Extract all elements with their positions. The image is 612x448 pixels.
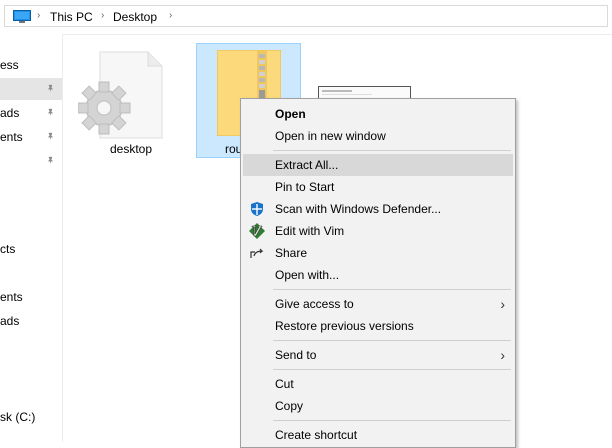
menu-item-label: Send to (275, 348, 317, 362)
pin-icon (47, 156, 54, 165)
menu-item-scan-defender[interactable]: Scan with Windows Defender... (243, 198, 513, 220)
menu-item-copy[interactable]: Copy (243, 395, 513, 417)
menu-item-extract-all[interactable]: Extract All... (243, 154, 513, 176)
menu-separator (273, 340, 511, 341)
menu-item-cut[interactable]: Cut (243, 373, 513, 395)
address-box[interactable]: › This PC › Desktop › (4, 5, 608, 27)
windows-defender-icon (251, 202, 263, 216)
menu-separator (273, 289, 511, 290)
breadcrumb-separator: › (37, 10, 41, 21)
menu-item-create-shortcut[interactable]: Create shortcut (243, 424, 513, 446)
nav-item-label: cts (0, 242, 16, 256)
menu-item-pin-to-start[interactable]: Pin to Start (243, 176, 513, 198)
vim-icon (249, 223, 265, 239)
menu-item-edit-with-vim[interactable]: Edit with Vim (243, 220, 513, 242)
menu-item-label: Copy (275, 399, 304, 413)
menu-item-label: Pin to Start (275, 180, 335, 194)
menu-separator (273, 150, 511, 151)
nav-item-pinned-selected[interactable] (0, 78, 62, 100)
file-item[interactable]: desktop (78, 44, 184, 160)
nav-item-downloads[interactable]: ads (0, 102, 62, 124)
chevron-right-icon: › (500, 296, 505, 312)
menu-item-label: Scan with Windows Defender... (275, 202, 442, 216)
pin-icon (47, 108, 54, 117)
nav-item-label: ads (0, 106, 20, 120)
share-icon (250, 248, 264, 258)
nav-item-label: ents (0, 130, 23, 144)
menu-item-label: Give access to (275, 297, 354, 311)
address-bar: › This PC › Desktop › (0, 0, 612, 35)
nav-item-downloads-2[interactable]: ads (0, 310, 62, 332)
menu-separator (273, 369, 511, 370)
pin-icon (47, 132, 54, 141)
file-name: desktop (110, 142, 153, 156)
nav-item-label: ads (0, 314, 20, 328)
chevron-right-icon: › (500, 347, 505, 363)
menu-item-send-to[interactable]: Send to › (243, 344, 513, 366)
menu-item-label: Create shortcut (275, 428, 358, 442)
menu-item-open-in-new-window[interactable]: Open in new window (243, 125, 513, 147)
menu-item-open-with[interactable]: Open with... (243, 264, 513, 286)
nav-item-quick-access[interactable]: ess (0, 54, 62, 76)
menu-item-open[interactable]: Open (243, 103, 513, 125)
nav-item-local-disk[interactable]: sk (C:) (0, 406, 62, 428)
menu-item-share[interactable]: Share (243, 242, 513, 264)
menu-item-label: Open with... (275, 268, 340, 282)
menu-item-label: Open in new window (275, 129, 386, 143)
nav-item-label: sk (C:) (0, 410, 36, 424)
pin-icon (47, 84, 54, 93)
breadcrumb-separator[interactable]: › (169, 10, 172, 21)
navigation-pane: ess ads ents cts ents ads sk (C:) (0, 34, 63, 442)
menu-item-label: Share (275, 246, 308, 260)
nav-item-label: ess (0, 58, 19, 72)
nav-item-label: ents (0, 290, 23, 304)
menu-separator (273, 420, 511, 421)
breadcrumb-separator: › (101, 10, 105, 21)
menu-item-label: Edit with Vim (275, 224, 345, 238)
menu-item-give-access-to[interactable]: Give access to › (243, 293, 513, 315)
menu-item-label: Open (275, 107, 306, 121)
nav-item-documents[interactable]: ents (0, 126, 62, 148)
menu-item-restore-previous-versions[interactable]: Restore previous versions (243, 315, 513, 337)
nav-item-pictures[interactable] (0, 150, 62, 172)
nav-item-objects[interactable]: cts (0, 238, 62, 260)
menu-item-label: Restore previous versions (275, 319, 414, 333)
menu-item-label: Cut (275, 377, 294, 391)
context-menu: Open Open in new window Extract All... P… (240, 98, 516, 448)
breadcrumb-this-pc[interactable]: This PC (50, 10, 93, 24)
this-pc-icon (13, 10, 31, 23)
menu-item-label: Extract All... (275, 158, 339, 172)
breadcrumb-desktop[interactable]: Desktop (113, 10, 157, 24)
nav-item-documents-2[interactable]: ents (0, 286, 62, 308)
settings-file-icon (78, 51, 163, 139)
